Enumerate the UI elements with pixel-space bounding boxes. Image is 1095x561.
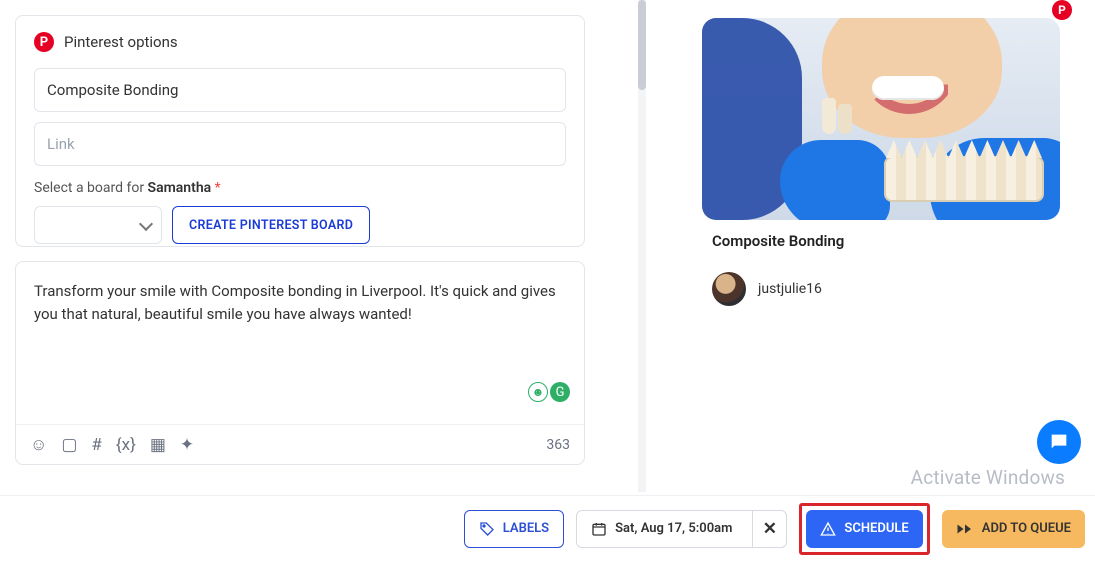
windows-watermark-line1: Activate Windows — [911, 466, 1065, 489]
tag-icon — [479, 521, 495, 537]
composer-toolbar: ☺ ▢ # {x} ▦ ✦ 363 — [16, 424, 584, 464]
required-asterisk: * — [215, 180, 221, 196]
clear-datetime-button[interactable]: ✕ — [752, 510, 786, 548]
schedule-button-label: SCHEDULE — [844, 521, 908, 536]
add-to-queue-label: ADD TO QUEUE — [982, 521, 1071, 536]
sparkle-icon[interactable]: ✦ — [180, 435, 194, 455]
schedule-datetime-picker[interactable]: Sat, Aug 17, 5:00am ✕ — [576, 510, 787, 548]
compose-pane: P Pinterest options Select a board for S… — [0, 0, 600, 494]
calendar-icon — [591, 521, 607, 537]
labels-button-label: LABELS — [503, 521, 549, 536]
grammarly-widget[interactable]: ☻ G — [528, 382, 570, 402]
pinterest-icon: P — [1052, 0, 1072, 20]
chevron-down-icon — [139, 216, 153, 230]
grammarly-icon: G — [550, 382, 570, 402]
pinterest-options-title: Pinterest options — [64, 33, 178, 51]
chat-icon — [1048, 431, 1070, 453]
description-card: Transform your smile with Composite bond… — [15, 261, 585, 465]
preview-image — [702, 18, 1060, 220]
schedule-button-highlight: SCHEDULE — [799, 503, 929, 555]
emoji-icon[interactable]: ☺ — [30, 435, 47, 455]
pinterest-icon: P — [34, 32, 54, 52]
preview-pane: P Composite Bonding justjulie16 — [702, 18, 1066, 306]
preview-title: Composite Bonding — [702, 232, 1066, 250]
pin-title-input[interactable] — [34, 68, 566, 112]
hashtag-icon[interactable]: # — [91, 435, 101, 455]
add-to-queue-button[interactable]: ADD TO QUEUE — [942, 510, 1085, 548]
schedule-button[interactable]: SCHEDULE — [806, 510, 922, 548]
avatar — [712, 272, 746, 306]
help-chat-button[interactable] — [1037, 420, 1081, 464]
schedule-datetime-label: Sat, Aug 17, 5:00am — [615, 521, 744, 536]
footer-bar: LABELS Sat, Aug 17, 5:00am ✕ SCHEDULE AD… — [0, 495, 1095, 561]
board-label-name: Samantha — [148, 180, 212, 196]
fast-forward-icon — [956, 522, 974, 536]
preview-username: justjulie16 — [758, 281, 822, 297]
description-textarea[interactable]: Transform your smile with Composite bond… — [34, 280, 566, 327]
grid-icon[interactable]: ▦ — [150, 435, 166, 455]
labels-button[interactable]: LABELS — [464, 510, 564, 548]
grammarly-tone-icon: ☻ — [528, 382, 548, 402]
variable-icon[interactable]: {x} — [116, 435, 136, 455]
image-icon[interactable]: ▢ — [61, 435, 77, 455]
scrollbar-thumb[interactable] — [638, 0, 646, 90]
preview-author: justjulie16 — [702, 272, 1066, 306]
alert-triangle-icon — [820, 521, 836, 537]
board-select-label: Select a board for Samantha * — [34, 180, 566, 196]
pinterest-options-card: P Pinterest options Select a board for S… — [15, 15, 585, 247]
create-pinterest-board-button[interactable]: CREATE PINTEREST BOARD — [172, 206, 370, 244]
pin-link-input[interactable] — [34, 122, 566, 166]
board-label-prefix: Select a board for — [34, 180, 148, 196]
board-select[interactable] — [34, 206, 162, 244]
char-counter: 363 — [546, 437, 570, 453]
